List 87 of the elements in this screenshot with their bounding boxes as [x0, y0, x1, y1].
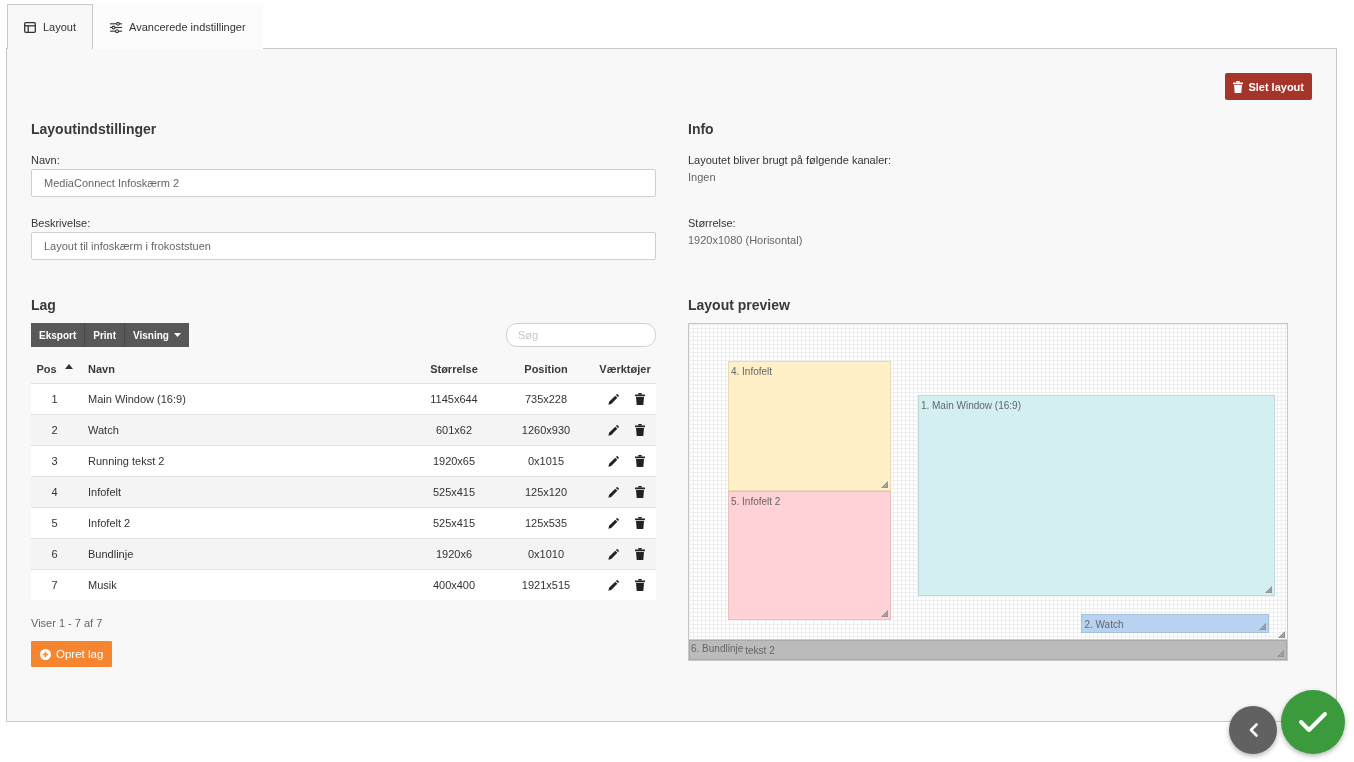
info-label: Størrelse:	[688, 216, 736, 230]
tile-label: 5. Infofelt 2	[730, 495, 781, 508]
table-cell: 2	[31, 414, 78, 446]
resize-grip-icon[interactable]	[1258, 622, 1266, 630]
trash-icon[interactable]	[634, 517, 645, 529]
resize-grip-icon[interactable]	[881, 609, 889, 617]
table-cell: 4	[31, 476, 78, 508]
section-heading: Layoutindstillinger	[31, 120, 157, 138]
trash-icon	[1233, 80, 1244, 93]
tile-label: tekst 2	[745, 645, 775, 658]
table-cell: Main Window (16:9)	[78, 383, 410, 415]
trash-icon[interactable]	[634, 393, 645, 405]
table-cell: 7	[31, 569, 78, 600]
tile-label: 2. Watch	[1084, 618, 1124, 631]
table-cell: 1260x930	[498, 414, 594, 446]
tile-label: 6. Bundlinje	[691, 642, 744, 655]
toolbar-button[interactable]: Print	[84, 323, 124, 347]
tile-label: 4. Infofelt	[730, 366, 773, 379]
pencil-icon[interactable]	[607, 455, 619, 467]
table-cell: Musik	[78, 569, 410, 600]
table-cell: Infofelt 2	[78, 507, 410, 539]
resize-grip-icon[interactable]	[1264, 585, 1272, 593]
checkmark-icon	[1298, 711, 1328, 733]
section-heading: Layout preview	[688, 296, 790, 314]
column-header[interactable]: Størrelse	[410, 355, 498, 384]
table-cell: 1920x65	[410, 445, 498, 477]
sliders-icon	[110, 21, 123, 33]
trash-icon[interactable]	[634, 424, 645, 436]
delete-layout-button[interactable]: Slet layout	[1225, 73, 1312, 100]
table-cell: 400x400	[410, 569, 498, 600]
back-button[interactable]	[1229, 706, 1277, 754]
layout-icon	[24, 21, 36, 33]
field-label: Navn:	[31, 153, 60, 167]
plus-circle-icon	[40, 648, 51, 660]
resize-grip-icon[interactable]	[1277, 650, 1284, 658]
trash-icon[interactable]	[634, 548, 645, 560]
table-cell: 125x120	[498, 476, 594, 508]
toolbar-button[interactable]: Eksport	[31, 323, 85, 347]
column-header[interactable]: Pos	[31, 355, 78, 384]
trash-icon[interactable]	[634, 455, 645, 467]
table-cell: Watch	[78, 414, 410, 446]
table-cell: 525x415	[410, 476, 498, 508]
info-label: Layoutet bliver brugt på følgende kanaler:	[688, 153, 892, 167]
resize-grip-icon[interactable]	[881, 480, 889, 488]
table-cell: 3	[31, 445, 78, 477]
confirm-button[interactable]	[1281, 690, 1345, 754]
column-header[interactable]: Værktøjer	[594, 355, 656, 384]
section-heading: Lag	[31, 296, 56, 314]
table-cell: 0x1010	[498, 538, 594, 570]
column-header[interactable]: Navn	[78, 355, 410, 384]
table-cell: 125x535	[498, 507, 594, 539]
pencil-icon[interactable]	[607, 486, 619, 498]
table-cell: 525x415	[410, 507, 498, 539]
table-cell: 1145x644	[410, 383, 498, 415]
section-heading: Info	[688, 120, 714, 138]
trash-icon[interactable]	[634, 486, 645, 498]
pencil-icon[interactable]	[607, 579, 619, 591]
table-cell: Running tekst 2	[78, 445, 410, 477]
table-cell: Infofelt	[78, 476, 410, 508]
table-cell: 1920x6	[410, 538, 498, 570]
chevron-left-icon	[1248, 723, 1258, 737]
field-label: Beskrivelse:	[31, 216, 91, 230]
pencil-icon[interactable]	[607, 393, 619, 405]
table-cell: 5	[31, 507, 78, 539]
pencil-icon[interactable]	[607, 548, 619, 560]
trash-icon[interactable]	[634, 579, 645, 591]
tab[interactable]: Layout	[7, 4, 94, 49]
resize-grip-icon[interactable]	[1278, 631, 1285, 639]
table-cell: 0x1015	[498, 445, 594, 477]
pencil-icon[interactable]	[607, 517, 619, 529]
table-cell: 6	[31, 538, 78, 570]
table-cell: 1	[31, 383, 78, 415]
column-header[interactable]: Position	[498, 355, 594, 384]
tile-label: 1. Main Window (16:9)	[920, 400, 1021, 412]
table-cell: 735x228	[498, 383, 594, 415]
table-cell: 601x62	[410, 414, 498, 446]
sort-up-icon	[64, 364, 73, 369]
toolbar-button[interactable]: Visning	[124, 323, 189, 347]
info-value: Ingen	[688, 170, 716, 184]
pencil-icon[interactable]	[607, 424, 619, 436]
pagination-info: Viser 1 - 7 af 7	[31, 616, 103, 630]
table-cell: Bundlinje	[78, 538, 410, 570]
text-field[interactable]: MediaConnect Infoskærm 2	[31, 169, 656, 197]
table-cell: 1921x515	[498, 569, 594, 600]
caret-down-icon	[173, 333, 181, 337]
text-field[interactable]: Layout til infoskærm i frokoststuen	[31, 232, 656, 260]
info-value: 1920x1080 (Horisontal)	[688, 233, 803, 247]
